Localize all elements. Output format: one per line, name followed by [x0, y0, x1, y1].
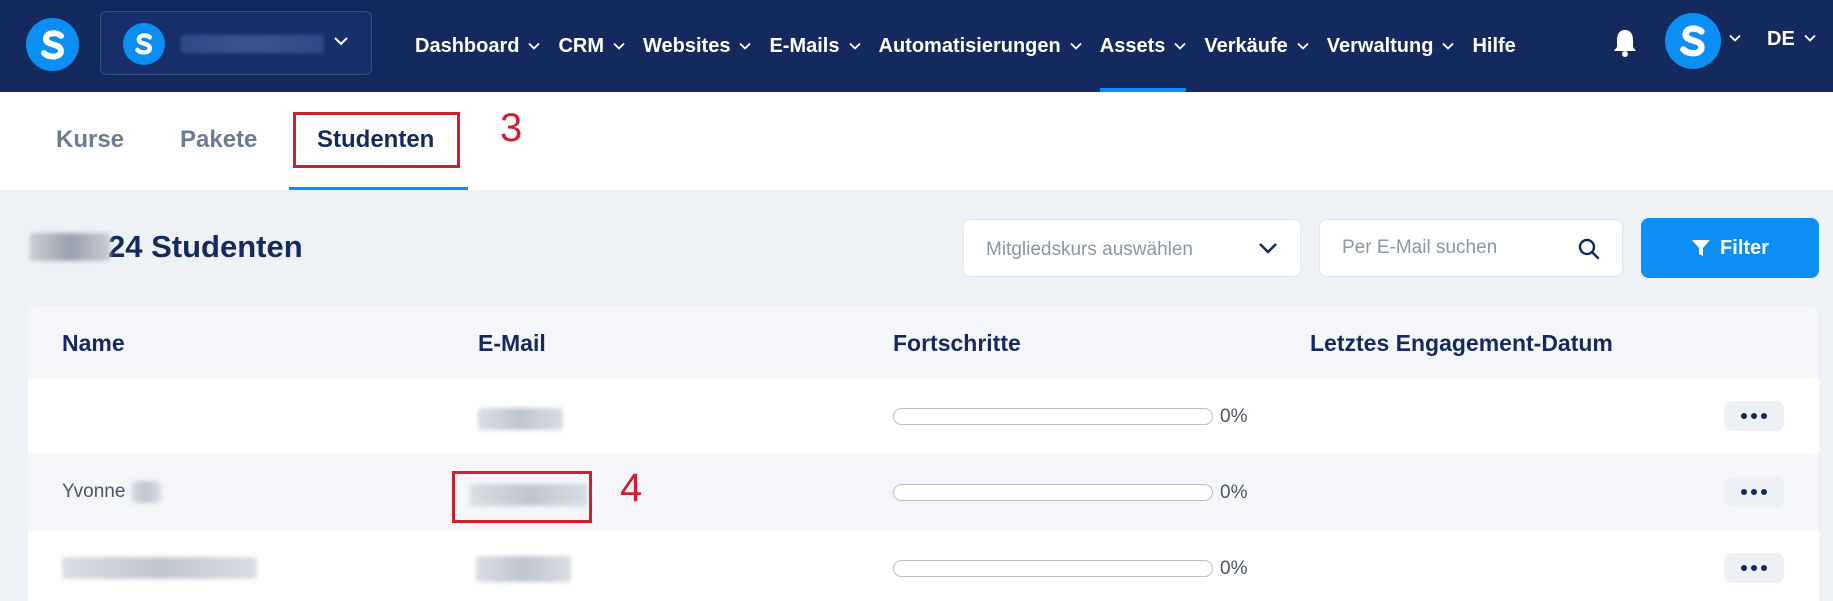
- nav-item-dashboard[interactable]: Dashboard: [415, 0, 541, 92]
- chevron-down-icon: [1442, 42, 1455, 50]
- students-table: Name E-Mail Fortschritte Letztes Engagem…: [28, 306, 1819, 601]
- nav-item-emails[interactable]: E-Mails: [769, 0, 861, 92]
- chevron-down-icon: [848, 42, 861, 50]
- column-header-progress[interactable]: Fortschritte: [893, 330, 1021, 357]
- annotation-label-4: 4: [620, 466, 643, 510]
- dot: [1761, 489, 1767, 495]
- search-icon[interactable]: [1578, 238, 1600, 260]
- filter-button[interactable]: Filter: [1641, 218, 1819, 278]
- progress-percent: 0%: [1220, 406, 1248, 427]
- annotation-box-4: [452, 471, 592, 523]
- progress-bar: [893, 560, 1213, 577]
- table-header: Name E-Mail Fortschritte Letztes Engagem…: [28, 306, 1819, 378]
- progress-percent: 0%: [1220, 482, 1248, 503]
- email-search-input[interactable]: [1342, 237, 1562, 259]
- filter-icon: [1692, 240, 1711, 256]
- progress-bar: [893, 408, 1213, 425]
- student-name-cell: [62, 557, 257, 579]
- annotation-box-3: [293, 112, 460, 168]
- tab-pakete[interactable]: Pakete: [180, 126, 257, 154]
- chevron-down-icon: [1297, 42, 1309, 50]
- nav-item-verwaltung[interactable]: Verwaltung: [1327, 0, 1455, 92]
- dot: [1741, 565, 1747, 571]
- chevron-down-icon: [739, 42, 752, 50]
- user-avatar[interactable]: [1665, 13, 1721, 69]
- progress-percent: 0%: [1220, 558, 1248, 579]
- dot: [1751, 489, 1757, 495]
- language-selector[interactable]: DE: [1767, 28, 1795, 51]
- chevron-down-icon[interactable]: [1804, 34, 1816, 42]
- chevron-down-icon[interactable]: [1729, 34, 1741, 42]
- table-row[interactable]: 0%: [28, 530, 1819, 601]
- dot: [1751, 565, 1757, 571]
- student-name: Yvonne: [62, 481, 126, 502]
- dot: [1761, 565, 1767, 571]
- course-select-placeholder: Mitgliedskurs auswählen: [986, 239, 1193, 260]
- chevron-down-icon: [1259, 243, 1277, 254]
- redacted-count: [30, 233, 110, 261]
- chevron-down-icon: [613, 42, 625, 50]
- column-header-last-engagement[interactable]: Letztes Engagement-Datum: [1310, 330, 1613, 357]
- dot: [1741, 489, 1747, 495]
- surname-redacted: [131, 481, 162, 503]
- chevron-down-icon: [528, 42, 541, 50]
- active-tab-indicator: [289, 187, 468, 190]
- chevron-down-icon: [334, 37, 348, 46]
- workspace-logo-icon: [123, 23, 165, 65]
- nav-item-assets[interactable]: Assets: [1099, 0, 1187, 92]
- student-name-cell: Yvonne: [62, 481, 162, 503]
- page-title: 24 Studenten: [30, 229, 303, 265]
- dot: [1761, 413, 1767, 419]
- nav-item-automatisierungen[interactable]: Automatisierungen: [879, 0, 1082, 92]
- annotation-label-3: 3: [500, 106, 523, 150]
- more-options-button[interactable]: [1724, 553, 1784, 583]
- email-redacted[interactable]: [476, 556, 571, 582]
- name-redacted: [62, 557, 257, 579]
- nav-item-verkaeufe[interactable]: Verkäufe: [1204, 0, 1309, 92]
- table-row[interactable]: Yvonne 0%: [28, 454, 1819, 530]
- workspace-switcher[interactable]: [100, 11, 372, 75]
- nav-item-crm[interactable]: CRM: [558, 0, 625, 92]
- email-search[interactable]: [1319, 219, 1623, 277]
- email-redacted[interactable]: [478, 408, 563, 430]
- top-navigation: Dashboard CRM Websites E-Mails Automatis…: [0, 0, 1833, 92]
- chevron-down-icon: [1174, 42, 1186, 50]
- bell-icon[interactable]: [1612, 28, 1638, 58]
- progress-bar: [893, 484, 1213, 501]
- app-logo-icon[interactable]: [26, 18, 79, 71]
- tab-kurse[interactable]: Kurse: [56, 126, 124, 154]
- chevron-down-icon: [1070, 42, 1082, 50]
- table-row[interactable]: 0%: [28, 378, 1819, 454]
- more-options-button[interactable]: [1724, 477, 1784, 507]
- dot: [1741, 413, 1747, 419]
- more-options-button[interactable]: [1724, 401, 1784, 431]
- course-select[interactable]: Mitgliedskurs auswählen: [963, 219, 1301, 277]
- column-header-email[interactable]: E-Mail: [478, 330, 546, 357]
- sub-tabs: Kurse Pakete Studenten 3: [0, 92, 1833, 190]
- workspace-name-redacted: [181, 35, 324, 53]
- column-header-name[interactable]: Name: [62, 330, 125, 357]
- nav-item-help[interactable]: Hilfe: [1472, 0, 1515, 92]
- nav-item-websites[interactable]: Websites: [643, 0, 752, 92]
- dot: [1751, 413, 1757, 419]
